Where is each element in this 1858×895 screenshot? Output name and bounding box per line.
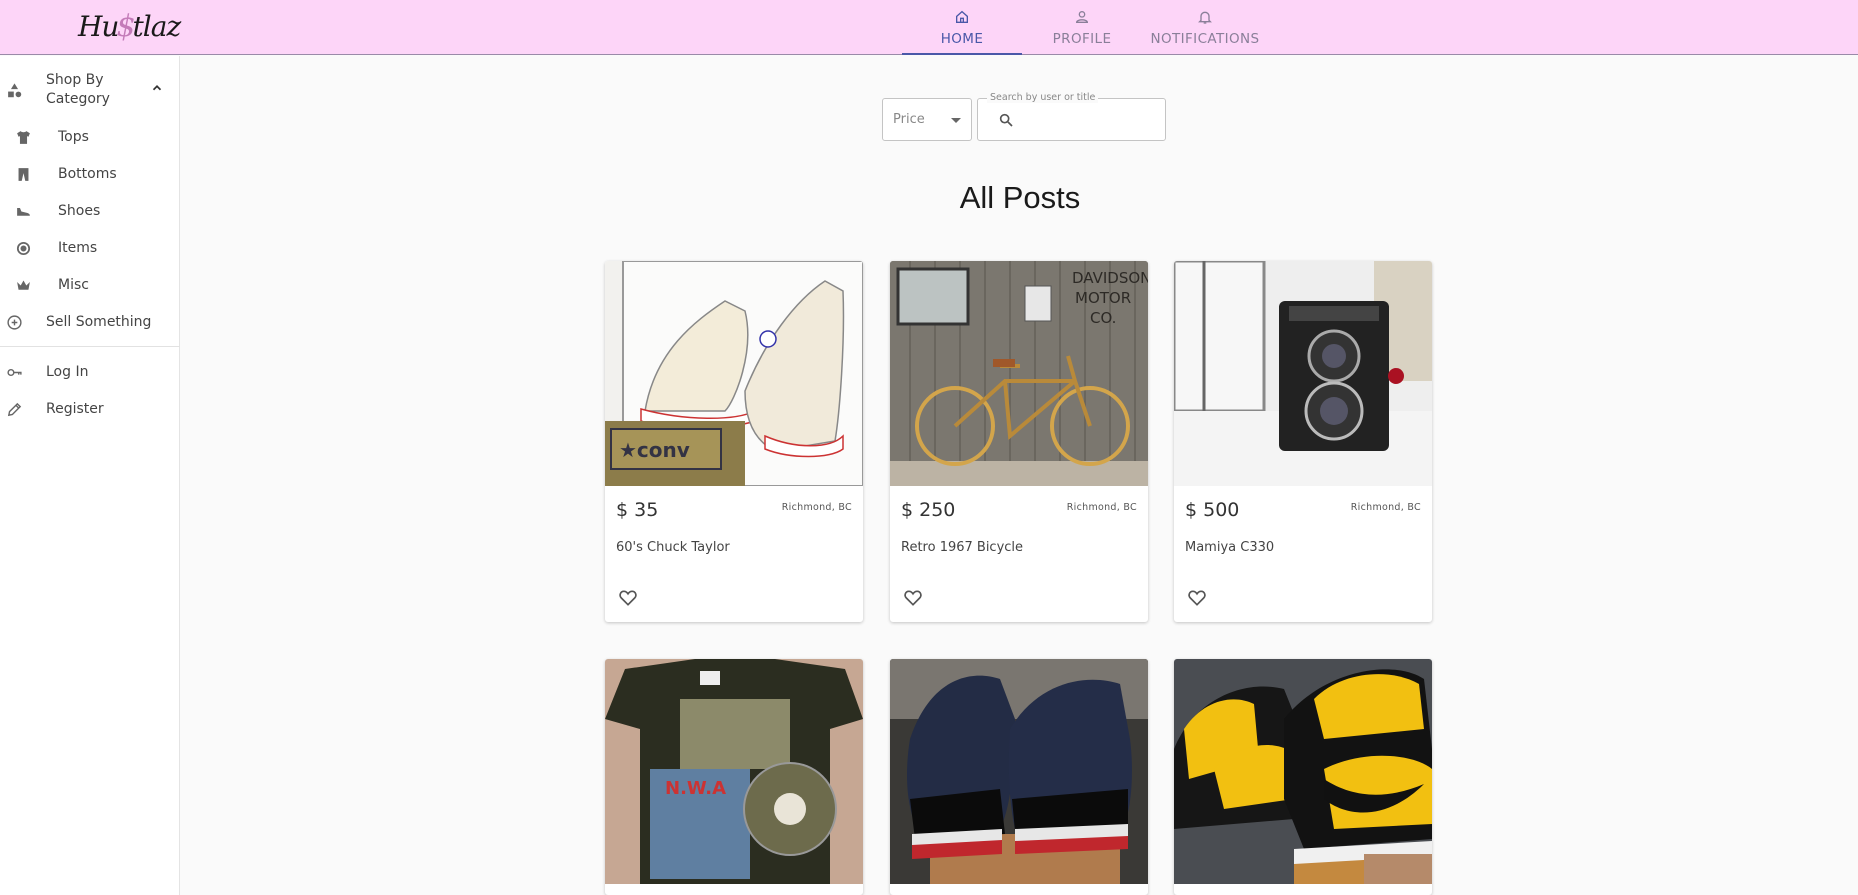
post-location: Richmond, BC (1066, 502, 1137, 513)
sidebar-item-items[interactable]: Items (0, 236, 180, 260)
sidebar-item-register[interactable]: Register (0, 397, 180, 421)
top-app-bar: Hu $ tlaz HOME PROFILE NOTIFICATIONS (0, 0, 1858, 55)
dropdown-arrow-icon (951, 118, 961, 123)
logo-text-left: Hu (78, 9, 119, 43)
tab-profile-label: PROFILE (1052, 30, 1112, 47)
chevron-up-icon[interactable] (150, 81, 164, 99)
sidebar-item-register-label: Register (46, 401, 104, 417)
svg-text:N.W.A: N.W.A (665, 778, 726, 799)
sidebar-divider (0, 346, 180, 347)
post-price: $ 250 (901, 499, 956, 521)
post-image-camera (1174, 261, 1432, 486)
page-title: All Posts (959, 180, 1081, 215)
post-card[interactable]: ★conv $ 35 Richmond, BC 60's Chuck Taylo… (605, 261, 863, 622)
heart-icon[interactable] (618, 588, 638, 608)
post-title: Retro 1967 Bicycle (901, 540, 1024, 555)
pants-icon (14, 165, 32, 183)
post-location: Richmond, BC (781, 502, 852, 513)
post-card[interactable]: DAVIDSON MOTOR CO. $ 250 Richmond, BC Re… (890, 261, 1148, 622)
svg-text:MOTOR: MOTOR (1075, 289, 1131, 307)
sidebar-item-bottoms[interactable]: Bottoms (0, 162, 180, 186)
post-image-bicycle: DAVIDSON MOTOR CO. (890, 261, 1148, 486)
post-title: 60's Chuck Taylor (616, 540, 730, 555)
post-card[interactable]: N.W.A (605, 659, 863, 895)
sidebar-item-misc-label: Misc (58, 277, 89, 293)
tab-home-label: HOME (940, 30, 984, 47)
crown-icon (14, 276, 32, 294)
post-card[interactable] (1174, 659, 1432, 895)
post-card[interactable] (890, 659, 1148, 895)
sidebar-category-header[interactable]: Shop By Category (0, 70, 180, 110)
sidebar-item-bottoms-label: Bottoms (58, 166, 117, 182)
target-icon (14, 239, 32, 257)
tab-profile[interactable]: PROFILE (1022, 0, 1142, 55)
sidebar-item-shoes-label: Shoes (58, 203, 101, 219)
sidebar-item-tops[interactable]: Tops (0, 125, 180, 149)
pencil-icon (5, 400, 23, 418)
post-title: Mamiya C330 (1185, 540, 1275, 555)
sidebar-item-tops-label: Tops (58, 129, 89, 145)
home-icon (956, 10, 968, 23)
search-input[interactable] (1022, 107, 1156, 133)
search-field[interactable]: Search by user or title (977, 92, 1166, 141)
shapes-icon (5, 81, 23, 99)
sidebar-item-items-label: Items (58, 240, 98, 256)
app-logo[interactable]: Hu $ tlaz (78, 6, 182, 46)
post-image-chuck-taylor: ★conv (605, 261, 863, 486)
tshirt-icon (14, 128, 32, 146)
price-filter-label: Price (893, 112, 925, 127)
post-price: $ 500 (1185, 499, 1240, 521)
svg-text:★conv: ★conv (619, 438, 690, 462)
tab-notifications[interactable]: NOTIFICATIONS (1142, 0, 1268, 55)
post-location: Richmond, BC (1350, 502, 1421, 513)
sidebar-item-sell-label: Sell Something (46, 314, 152, 330)
sidebar-item-sell[interactable]: Sell Something (0, 310, 180, 334)
post-card[interactable]: $ 500 Richmond, BC Mamiya C330 (1174, 261, 1432, 622)
tab-home[interactable]: HOME (902, 0, 1022, 55)
sidebar-item-misc[interactable]: Misc (0, 273, 180, 297)
logo-text-right: tlaz (132, 9, 182, 43)
heart-icon[interactable] (1187, 588, 1207, 608)
svg-text:DAVIDSON: DAVIDSON (1072, 269, 1148, 287)
heart-icon[interactable] (903, 588, 923, 608)
bell-icon (1198, 11, 1212, 24)
sidebar-item-shoes[interactable]: Shoes (0, 199, 180, 223)
sidebar-category-header-label: Shop By Category (46, 72, 110, 107)
price-filter-select[interactable]: Price (882, 98, 972, 141)
sidebar-item-login[interactable]: Log In (0, 360, 180, 384)
post-image-jordan-1 (1174, 659, 1432, 884)
svg-text:CO.: CO. (1090, 309, 1116, 327)
sidebar: Shop By Category Tops Bottoms Shoes Item… (0, 56, 180, 895)
person-icon (1075, 10, 1089, 23)
key-icon (5, 363, 23, 381)
add-circle-icon (5, 313, 23, 331)
tab-notifications-label: NOTIFICATIONS (1150, 30, 1260, 47)
search-field-label: Search by user or title (987, 92, 1099, 103)
post-price: $ 35 (616, 499, 659, 521)
search-icon (999, 113, 1013, 127)
post-image-jordan-11 (890, 659, 1148, 884)
shoe-icon (14, 202, 32, 220)
post-image-tshirt-record: N.W.A (605, 659, 863, 884)
sidebar-item-login-label: Log In (46, 364, 89, 380)
